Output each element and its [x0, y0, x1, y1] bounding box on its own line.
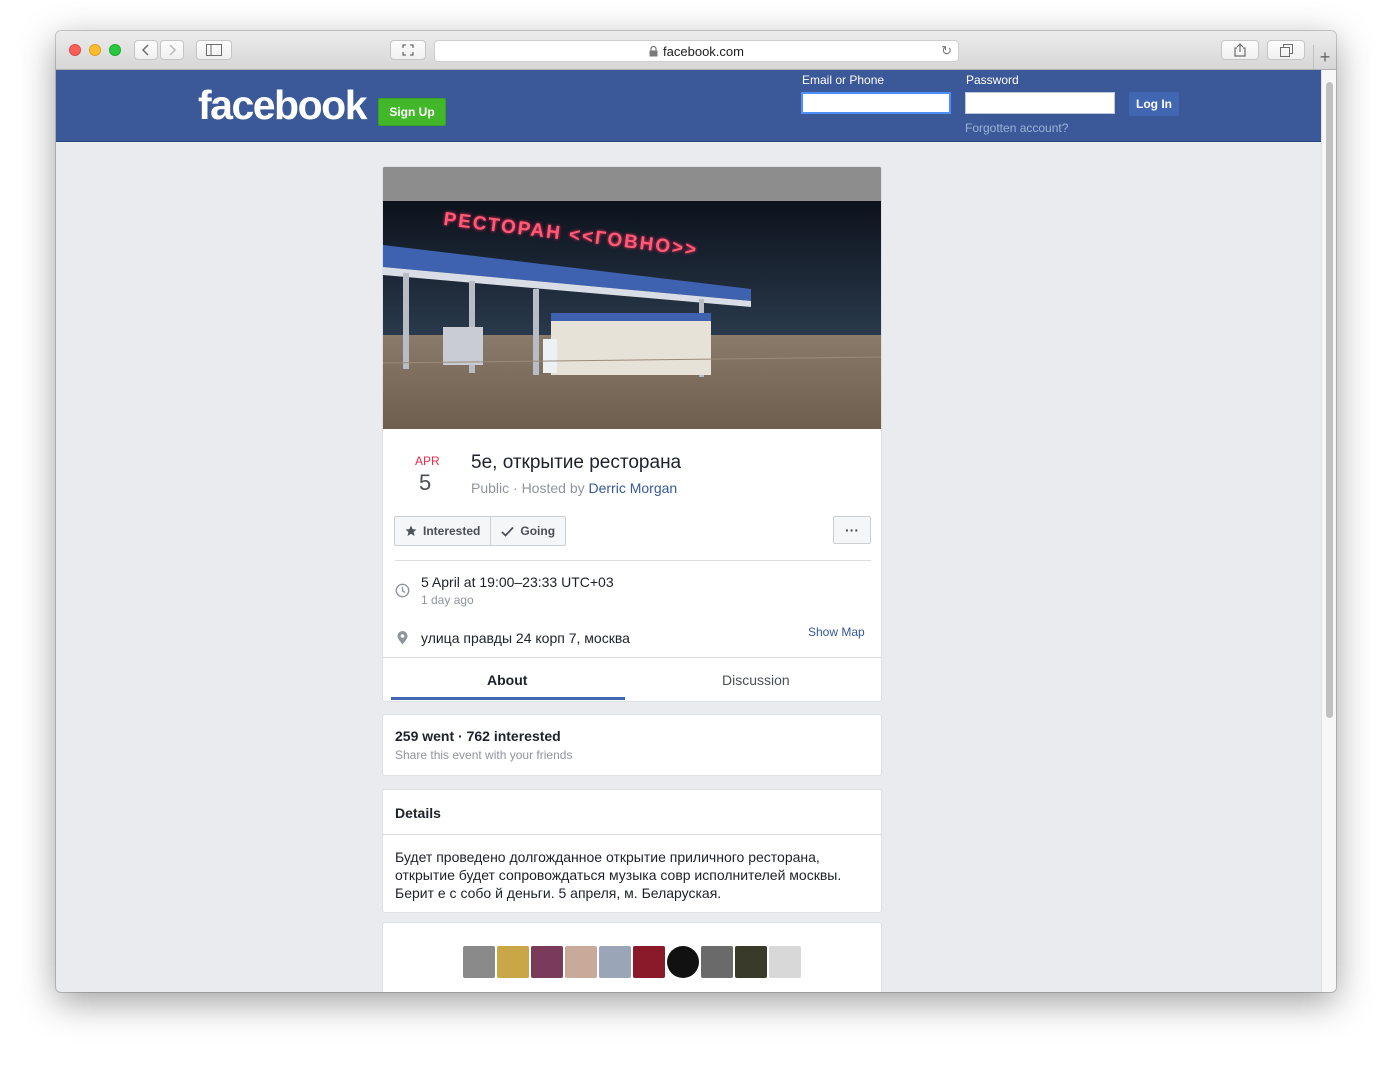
facebook-logo[interactable]: facebook — [198, 82, 368, 129]
chevron-left-icon — [141, 44, 149, 56]
guest-avatar[interactable] — [599, 946, 631, 978]
event-day: 5 — [419, 470, 432, 495]
guest-avatar[interactable] — [701, 946, 733, 978]
host-link[interactable]: Derric Morgan — [589, 480, 678, 496]
tabs-overview-button[interactable] — [1267, 40, 1305, 60]
reload-icon[interactable]: ↻ — [941, 43, 952, 59]
guest-avatar[interactable] — [497, 946, 529, 978]
facebook-header: facebook Sign Up Email or Phone Password… — [56, 70, 1321, 142]
event-card: РЕСТОРАН <<ГОВНО>> APR 5 5е, открытие ре… — [382, 166, 882, 702]
page-scrollbar[interactable] — [1321, 70, 1336, 992]
more-options-button[interactable]: ··· — [833, 516, 871, 544]
check-icon — [501, 526, 515, 537]
location-pin-icon — [397, 631, 408, 645]
cover-image — [383, 167, 881, 429]
divider — [395, 560, 871, 561]
divider — [383, 657, 881, 658]
show-map-link[interactable]: Show Map — [808, 625, 865, 639]
star-icon — [405, 525, 417, 536]
attendance-summary[interactable]: 259 went · 762 interested — [395, 728, 561, 744]
tab-discussion[interactable]: Discussion — [722, 672, 790, 688]
guest-avatar[interactable] — [769, 946, 801, 978]
event-cover-photo[interactable]: РЕСТОРАН <<ГОВНО>> — [383, 167, 881, 429]
interested-label: Interested — [423, 524, 481, 538]
lock-icon — [649, 45, 658, 56]
url-text: facebook.com — [663, 43, 744, 59]
guest-avatar[interactable] — [633, 946, 665, 978]
guests-card — [382, 922, 882, 992]
details-card: Details Будет проведено долгожданное отк… — [382, 789, 882, 913]
new-tab-button[interactable]: + — [1313, 45, 1336, 69]
browser-window: facebook.com ↻ + facebook Sign Up Email … — [56, 31, 1336, 992]
guest-avatar[interactable] — [463, 946, 495, 978]
guest-avatar[interactable] — [735, 946, 767, 978]
signup-button[interactable]: Sign Up — [378, 98, 446, 126]
password-label: Password — [966, 73, 1019, 87]
share-event-text[interactable]: Share this event with your friends — [395, 748, 572, 762]
going-label: Going — [520, 524, 556, 538]
scrollbar-thumb[interactable] — [1326, 82, 1333, 718]
sidebar-icon — [206, 44, 222, 56]
event-subtitle: Public · Hosted by Derric Morgan — [471, 480, 677, 496]
interested-button[interactable]: Interested — [395, 517, 490, 545]
details-title: Details — [395, 805, 441, 821]
sidebar-toggle-button[interactable] — [196, 40, 232, 60]
password-field[interactable] — [965, 92, 1115, 114]
event-title: 5е, открытие ресторана — [471, 452, 682, 473]
guest-avatar[interactable] — [667, 946, 699, 978]
login-button[interactable]: Log In — [1129, 92, 1179, 116]
tab-about[interactable]: About — [487, 672, 527, 688]
going-button[interactable]: Going — [490, 517, 565, 545]
event-privacy: Public · Hosted by — [471, 480, 585, 496]
details-body: Будет проведено долгожданное открытие пр… — [395, 849, 842, 901]
event-month: APR — [415, 454, 440, 468]
more-icon: ··· — [845, 522, 859, 538]
forward-button[interactable] — [160, 40, 184, 60]
active-tab-indicator — [391, 697, 625, 700]
rsvp-button-group: Interested Going — [394, 516, 567, 546]
tabs-icon — [1279, 43, 1293, 57]
forgotten-account-link[interactable]: Forgotten account? — [965, 121, 1068, 135]
event-location[interactable]: улица правды 24 корп 7, москва — [421, 630, 630, 646]
attendance-card: 259 went · 762 interested Share this eve… — [382, 714, 882, 776]
guest-avatar[interactable] — [565, 946, 597, 978]
email-field[interactable] — [801, 92, 951, 114]
event-time-ago: 1 day ago — [421, 593, 474, 607]
guest-avatar-row — [463, 946, 801, 978]
expand-icon — [402, 44, 414, 56]
plus-icon: + — [1319, 46, 1331, 67]
chevron-right-icon — [169, 44, 177, 56]
email-label: Email or Phone — [802, 73, 885, 87]
share-button[interactable] — [1221, 40, 1259, 60]
minimize-window-button[interactable] — [89, 44, 101, 56]
guest-avatar[interactable] — [531, 946, 563, 978]
fullscreen-button[interactable] — [390, 40, 426, 60]
share-icon — [1234, 43, 1246, 57]
clock-icon — [395, 583, 410, 598]
event-time: 5 April at 19:00–23:33 UTC+03 — [421, 574, 614, 590]
address-bar[interactable]: facebook.com ↻ — [434, 40, 959, 62]
divider — [383, 834, 881, 835]
browser-titlebar: facebook.com ↻ + — [56, 31, 1336, 70]
zoom-window-button[interactable] — [109, 44, 121, 56]
back-button[interactable] — [134, 40, 158, 60]
close-window-button[interactable] — [69, 44, 81, 56]
